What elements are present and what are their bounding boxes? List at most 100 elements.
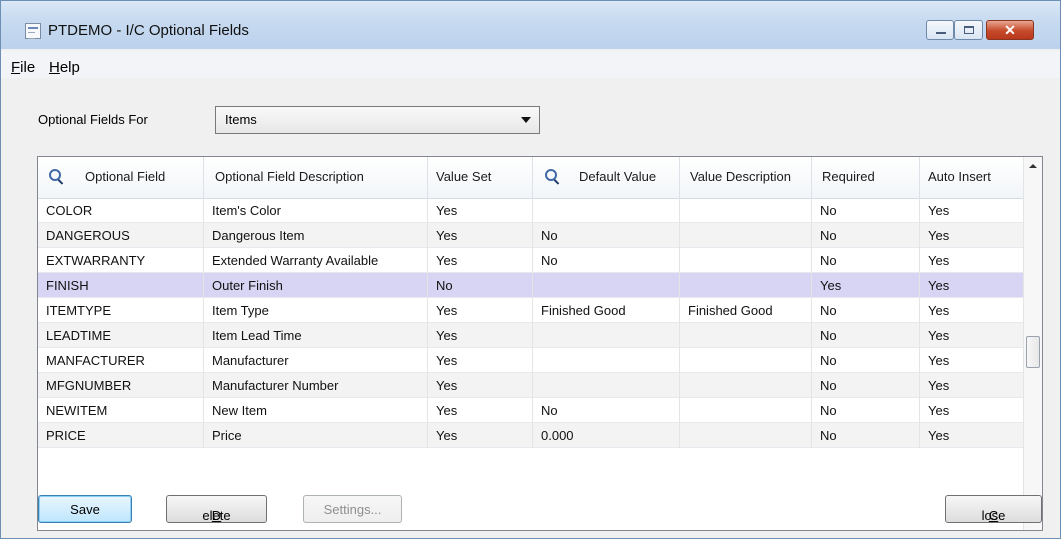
vertical-scrollbar[interactable] bbox=[1023, 157, 1042, 530]
table-cell[interactable]: Yes bbox=[920, 298, 1023, 323]
table-cell[interactable]: No bbox=[428, 273, 533, 298]
table-row[interactable]: FINISH Outer Finish No Yes Yes bbox=[38, 273, 1023, 298]
column-header-default-value[interactable]: Default Value bbox=[533, 157, 680, 198]
table-cell[interactable] bbox=[533, 348, 680, 373]
table-cell[interactable]: DANGEROUS bbox=[38, 223, 204, 248]
table-row[interactable]: NEWITEM New Item Yes No No Yes bbox=[38, 398, 1023, 423]
table-cell[interactable] bbox=[680, 373, 812, 398]
column-header-description[interactable]: Optional Field Description bbox=[204, 157, 428, 198]
table-cell[interactable]: COLOR bbox=[38, 198, 204, 223]
table-cell[interactable]: Yes bbox=[812, 273, 920, 298]
table-cell[interactable]: Finished Good bbox=[680, 298, 812, 323]
table-cell[interactable]: Price bbox=[204, 423, 428, 448]
table-cell[interactable]: Yes bbox=[428, 223, 533, 248]
table-cell[interactable]: Yes bbox=[920, 273, 1023, 298]
table-cell[interactable]: Outer Finish bbox=[204, 273, 428, 298]
column-header-required[interactable]: Required bbox=[812, 157, 920, 198]
table-cell[interactable]: Finished Good bbox=[533, 298, 680, 323]
table-cell[interactable] bbox=[680, 323, 812, 348]
table-cell[interactable]: No bbox=[812, 223, 920, 248]
table-cell[interactable]: Yes bbox=[428, 423, 533, 448]
table-cell[interactable]: No bbox=[533, 223, 680, 248]
table-cell[interactable] bbox=[680, 423, 812, 448]
table-cell[interactable]: Yes bbox=[428, 323, 533, 348]
scroll-up-icon[interactable] bbox=[1024, 157, 1042, 175]
table-cell[interactable]: MANFACTURER bbox=[38, 348, 204, 373]
table-cell[interactable]: PRICE bbox=[38, 423, 204, 448]
table-cell[interactable]: 0.000 bbox=[533, 423, 680, 448]
menu-file[interactable]: File bbox=[11, 59, 35, 76]
save-button[interactable]: Save bbox=[38, 495, 132, 523]
table-cell[interactable]: FINISH bbox=[38, 273, 204, 298]
table-cell[interactable]: Manufacturer bbox=[204, 348, 428, 373]
table-row[interactable]: PRICE Price Yes 0.000 No Yes bbox=[38, 423, 1023, 448]
table-cell[interactable]: No bbox=[812, 298, 920, 323]
table-cell[interactable] bbox=[680, 273, 812, 298]
table-cell[interactable] bbox=[680, 248, 812, 273]
table-cell[interactable]: Yes bbox=[428, 348, 533, 373]
table-row[interactable]: COLOR Item's Color Yes No Yes bbox=[38, 198, 1023, 223]
table-cell[interactable]: Yes bbox=[920, 373, 1023, 398]
scroll-thumb[interactable] bbox=[1026, 336, 1040, 368]
table-cell[interactable] bbox=[533, 273, 680, 298]
table-row[interactable]: MANFACTURER Manufacturer Yes No Yes bbox=[38, 348, 1023, 373]
table-cell[interactable]: Yes bbox=[428, 398, 533, 423]
table-cell[interactable] bbox=[680, 223, 812, 248]
table-cell[interactable]: LEADTIME bbox=[38, 323, 204, 348]
table-cell[interactable]: Dangerous Item bbox=[204, 223, 428, 248]
table-cell[interactable] bbox=[680, 348, 812, 373]
table-cell[interactable]: Item's Color bbox=[204, 198, 428, 223]
table-cell[interactable] bbox=[680, 198, 812, 223]
table-cell[interactable]: Yes bbox=[920, 348, 1023, 373]
table-cell[interactable]: Yes bbox=[428, 198, 533, 223]
column-header-value-description[interactable]: Value Description bbox=[680, 157, 812, 198]
table-cell[interactable]: MFGNUMBER bbox=[38, 373, 204, 398]
table-cell[interactable]: Yes bbox=[920, 223, 1023, 248]
table-cell[interactable]: Item Type bbox=[204, 298, 428, 323]
table-cell[interactable]: No bbox=[812, 323, 920, 348]
table-cell[interactable]: Yes bbox=[920, 398, 1023, 423]
table-cell[interactable]: No bbox=[812, 398, 920, 423]
column-header-auto-insert[interactable]: Auto Insert bbox=[920, 157, 1023, 198]
optional-fields-for-select[interactable]: Items bbox=[215, 106, 540, 134]
table-cell[interactable] bbox=[533, 373, 680, 398]
table-cell[interactable]: ITEMTYPE bbox=[38, 298, 204, 323]
table-cell[interactable]: No bbox=[812, 373, 920, 398]
table-row[interactable]: ITEMTYPE Item Type Yes Finished Good Finishe… bbox=[38, 298, 1023, 323]
table-cell[interactable]: No bbox=[812, 348, 920, 373]
table-cell[interactable]: Manufacturer Number bbox=[204, 373, 428, 398]
search-icon[interactable] bbox=[49, 169, 61, 181]
search-icon[interactable] bbox=[545, 169, 557, 181]
maximize-button[interactable] bbox=[954, 20, 983, 40]
close-button[interactable]: Close bbox=[945, 495, 1042, 523]
table-cell[interactable] bbox=[680, 398, 812, 423]
table-cell[interactable]: No bbox=[533, 248, 680, 273]
title-bar[interactable]: PTDEMO - I/C Optional Fields ✕ bbox=[1, 1, 1060, 49]
table-row[interactable]: MFGNUMBER Manufacturer Number Yes No Yes bbox=[38, 373, 1023, 398]
table-cell[interactable]: Yes bbox=[920, 248, 1023, 273]
table-cell[interactable]: Yes bbox=[920, 198, 1023, 223]
table-cell[interactable]: Yes bbox=[428, 248, 533, 273]
table-cell[interactable]: Item Lead Time bbox=[204, 323, 428, 348]
table-row[interactable]: DANGEROUS Dangerous Item Yes No No Yes bbox=[38, 223, 1023, 248]
table-cell[interactable]: No bbox=[812, 423, 920, 448]
table-row[interactable]: EXTWARRANTY Extended Warranty Available Ye… bbox=[38, 248, 1023, 273]
menu-help[interactable]: Help bbox=[49, 59, 80, 76]
table-cell[interactable] bbox=[533, 198, 680, 223]
table-cell[interactable]: No bbox=[812, 248, 920, 273]
table-cell[interactable]: Yes bbox=[920, 423, 1023, 448]
column-header-value-set[interactable]: Value Set bbox=[428, 157, 533, 198]
table-cell[interactable]: No bbox=[533, 398, 680, 423]
table-cell[interactable]: Extended Warranty Available bbox=[204, 248, 428, 273]
table-cell[interactable]: No bbox=[812, 198, 920, 223]
table-row[interactable]: LEADTIME Item Lead Time Yes No Yes bbox=[38, 323, 1023, 348]
table-cell[interactable]: Yes bbox=[428, 298, 533, 323]
table-cell[interactable] bbox=[533, 323, 680, 348]
close-window-button[interactable]: ✕ bbox=[986, 20, 1034, 40]
minimize-button[interactable] bbox=[926, 20, 954, 40]
delete-button[interactable]: Delete bbox=[166, 495, 267, 523]
settings-button[interactable]: Settings... bbox=[303, 495, 402, 523]
table-cell[interactable]: Yes bbox=[428, 373, 533, 398]
table-cell[interactable]: Yes bbox=[920, 323, 1023, 348]
table-cell[interactable]: New Item bbox=[204, 398, 428, 423]
